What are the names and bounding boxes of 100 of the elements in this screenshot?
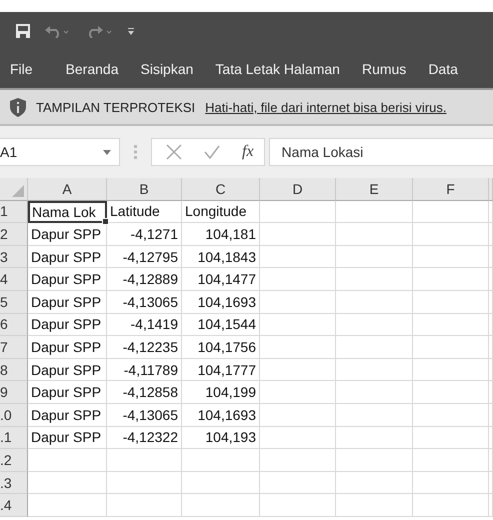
row-header[interactable]: 7 — [0, 336, 28, 359]
empty-cell[interactable] — [260, 404, 336, 427]
empty-cell[interactable] — [413, 426, 489, 450]
menu-tab[interactable]: Rumus — [350, 61, 418, 77]
table-cell[interactable]: Dapur SPP — [28, 404, 107, 427]
table-cell[interactable]: 104,181 — [182, 223, 260, 246]
empty-cell[interactable] — [260, 358, 336, 382]
empty-cell[interactable] — [413, 200, 489, 224]
empty-cell[interactable] — [260, 449, 336, 472]
cancel-icon[interactable] — [166, 144, 182, 160]
empty-cell[interactable] — [107, 472, 182, 494]
table-cell[interactable]: Dapur SPP — [28, 223, 107, 246]
empty-cell[interactable] — [413, 290, 489, 314]
empty-cell[interactable] — [413, 358, 489, 382]
table-cell[interactable]: -4,12795 — [107, 246, 182, 268]
table-cell[interactable]: Nama Lok — [28, 200, 107, 224]
empty-cell[interactable] — [413, 336, 489, 359]
empty-cell[interactable] — [260, 268, 336, 291]
empty-cell[interactable] — [260, 314, 336, 336]
row-header[interactable]: .1 — [0, 426, 28, 450]
row-header[interactable]: 5 — [0, 290, 28, 314]
table-cell[interactable]: -4,12858 — [107, 381, 182, 404]
empty-cell[interactable] — [336, 290, 413, 314]
empty-cell[interactable] — [260, 381, 336, 404]
empty-cell[interactable] — [489, 268, 493, 291]
empty-cell[interactable] — [107, 449, 182, 472]
menu-tab[interactable]: File — [10, 61, 55, 77]
insert-function-button[interactable]: fx — [242, 143, 254, 161]
row-header[interactable]: .3 — [0, 472, 28, 494]
table-cell[interactable]: -4,13065 — [107, 290, 182, 314]
table-cell[interactable]: -4,12889 — [107, 268, 182, 291]
empty-cell[interactable] — [413, 314, 489, 336]
empty-cell[interactable] — [260, 200, 336, 224]
dropdown-icon[interactable] — [103, 150, 111, 154]
empty-cell[interactable] — [413, 268, 489, 291]
empty-cell[interactable] — [182, 494, 260, 517]
empty-cell[interactable] — [489, 426, 493, 450]
menu-tab[interactable]: Tata Letak Halaman — [204, 61, 351, 77]
table-cell[interactable]: Latitude — [107, 200, 182, 224]
table-cell[interactable]: 104,1756 — [182, 336, 260, 359]
warning-link[interactable]: Hati-hati, file dari internet bisa berisi virus. — [205, 100, 446, 114]
table-cell[interactable]: -4,1419 — [107, 314, 182, 336]
column-header[interactable]: C — [182, 178, 260, 201]
table-cell[interactable]: 104,1843 — [182, 246, 260, 268]
empty-cell[interactable] — [336, 246, 413, 268]
table-cell[interactable]: -4,1271 — [107, 223, 182, 246]
empty-cell[interactable] — [336, 336, 413, 359]
empty-cell[interactable] — [489, 404, 493, 427]
empty-cell[interactable] — [489, 223, 493, 246]
column-header[interactable]: D — [260, 178, 336, 201]
empty-cell[interactable] — [260, 246, 336, 268]
empty-cell[interactable] — [336, 426, 413, 450]
row-header[interactable]: 2 — [0, 223, 28, 246]
select-all-icon[interactable] — [12, 185, 24, 197]
table-cell[interactable]: Dapur SPP — [28, 336, 107, 359]
fill-handle[interactable] — [102, 218, 109, 226]
empty-cell[interactable] — [489, 314, 493, 336]
empty-cell[interactable] — [489, 336, 493, 359]
empty-cell[interactable] — [413, 472, 489, 494]
empty-cell[interactable] — [336, 494, 413, 517]
name-box[interactable]: A1 — [0, 138, 120, 166]
table-cell[interactable]: 104,1544 — [182, 314, 260, 336]
empty-cell[interactable] — [413, 449, 489, 472]
table-cell[interactable]: Dapur SPP — [28, 358, 107, 382]
empty-cell[interactable] — [336, 472, 413, 494]
empty-cell[interactable] — [336, 200, 413, 224]
empty-cell[interactable] — [260, 290, 336, 314]
table-cell[interactable]: 104,193 — [182, 426, 260, 450]
empty-cell[interactable] — [182, 449, 260, 472]
empty-cell[interactable] — [413, 494, 489, 517]
row-header[interactable]: 3 — [0, 246, 28, 268]
empty-cell[interactable] — [489, 494, 493, 517]
empty-cell[interactable] — [107, 494, 182, 517]
table-cell[interactable]: Dapur SPP — [28, 246, 107, 268]
row-header[interactable]: 6 — [0, 314, 28, 336]
empty-cell[interactable] — [336, 268, 413, 291]
empty-cell[interactable] — [489, 358, 493, 382]
empty-cell[interactable] — [413, 404, 489, 427]
empty-cell[interactable] — [336, 223, 413, 246]
table-cell[interactable]: 104,199 — [182, 381, 260, 404]
redo-icon[interactable] — [86, 24, 114, 38]
empty-cell[interactable] — [489, 246, 493, 268]
table-cell[interactable]: Longitude — [182, 200, 260, 224]
check-icon[interactable] — [204, 145, 220, 159]
table-cell[interactable]: 104,1777 — [182, 358, 260, 382]
row-header[interactable]: .0 — [0, 404, 28, 427]
save-icon[interactable] — [16, 24, 30, 38]
column-header[interactable]: A — [28, 178, 107, 201]
row-header[interactable]: 4 — [0, 268, 28, 291]
table-cell[interactable]: -4,11789 — [107, 358, 182, 382]
customize-icon[interactable] — [128, 28, 134, 34]
row-header[interactable]: .2 — [0, 449, 28, 472]
table-cell[interactable]: Dapur SPP — [28, 314, 107, 336]
empty-cell[interactable] — [260, 223, 336, 246]
table-cell[interactable]: Dapur SPP — [28, 290, 107, 314]
empty-cell[interactable] — [260, 426, 336, 450]
empty-cell[interactable] — [336, 314, 413, 336]
empty-cell[interactable] — [260, 472, 336, 494]
table-cell[interactable]: Dapur SPP — [28, 268, 107, 291]
empty-cell[interactable] — [260, 336, 336, 359]
